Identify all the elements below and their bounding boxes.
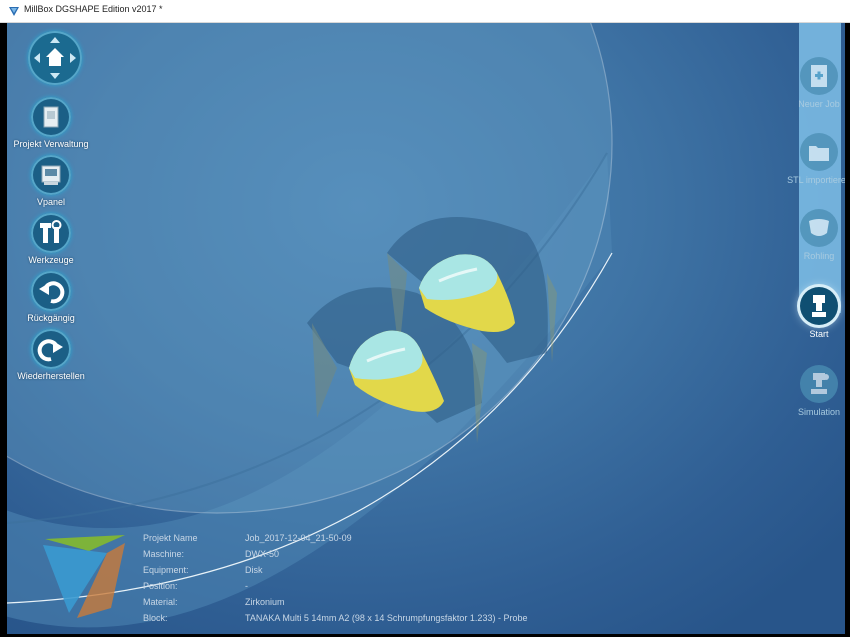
info-row: Block: TANAKA Multi 5 14mm A2 (98 x 14 S… — [143, 610, 527, 626]
home-icon[interactable] — [28, 31, 82, 85]
toolbar-item-undo[interactable]: Rückgängig — [7, 271, 95, 323]
toolbar-item-start[interactable]: Start — [779, 287, 845, 339]
info-row: Maschine: DWX-50 — [143, 546, 527, 562]
toolbar-item-label: Werkzeuge — [28, 255, 74, 265]
stl-import-icon — [800, 133, 838, 171]
toolbar-item-label: Vpanel — [36, 197, 66, 207]
info-value: Zirkonium — [245, 597, 285, 607]
info-key: Position: — [143, 581, 178, 591]
toolbar-item-project-management[interactable]: Projekt Verwaltung — [7, 97, 95, 149]
toolbar-item-label: Neuer Job — [798, 99, 840, 109]
view-navigation-circle[interactable] — [28, 31, 82, 85]
info-value: Disk — [245, 565, 263, 575]
info-row: Position: - — [143, 578, 527, 594]
toolbar-item-label: Wiederherstellen — [17, 371, 85, 381]
title-bar: MillBox DGSHAPE Edition v2017 * — [0, 0, 850, 23]
toolbar-item-stl-import[interactable]: STL importieren — [779, 133, 845, 185]
view-navigation-control[interactable] — [27, 31, 83, 87]
toolbar-item-vpanel[interactable]: Vpanel — [7, 155, 95, 207]
toolbar-item-label: Rückgängig — [27, 313, 75, 323]
toolbar-item-redo[interactable]: Wiederherstellen — [7, 329, 95, 381]
vpanel-icon — [31, 155, 71, 195]
window-title: MillBox DGSHAPE Edition v2017 * — [24, 4, 163, 14]
toolbar-item-label: Rohling — [803, 251, 835, 261]
toolbar-item-label: STL importieren — [787, 175, 845, 185]
undo-icon — [31, 271, 71, 311]
info-value: TANAKA Multi 5 14mm A2 (98 x 14 Schrumpf… — [245, 613, 528, 623]
info-key: Maschine: — [143, 549, 185, 559]
project-management-icon — [31, 97, 71, 137]
app-logo-icon — [9, 7, 19, 16]
start-mill-icon — [800, 287, 838, 325]
app-window: MillBox DGSHAPE Edition v2017 * Projekt … — [0, 0, 850, 637]
info-key: Block: — [143, 613, 168, 623]
info-row: Equipment: Disk — [143, 562, 527, 578]
info-value: Job_2017-12-04_21-50-09 — [245, 533, 352, 543]
3d-viewport[interactable]: Projekt Verwaltung Vpanel Werkzeuge Rück… — [7, 23, 845, 634]
toolbar-item-label: Start — [809, 329, 829, 339]
simulation-icon — [800, 365, 838, 403]
info-row: Projekt Name Job_2017-12-04_21-50-09 — [143, 530, 527, 546]
info-key: Projekt Name — [143, 533, 198, 543]
toolbar-item-new-job[interactable]: Neuer Job — [779, 57, 845, 109]
redo-icon — [31, 329, 71, 369]
info-key: Material: — [143, 597, 178, 607]
toolbar-item-tools[interactable]: Werkzeuge — [7, 213, 95, 265]
blank-icon — [800, 209, 838, 247]
project-info-panel: Projekt Name Job_2017-12-04_21-50-09 Mas… — [143, 530, 527, 626]
toolbar-item-blank[interactable]: Rohling — [779, 209, 845, 261]
toolbar-item-label: Simulation — [797, 407, 841, 417]
info-value: - — [245, 581, 248, 591]
tools-icon — [31, 213, 71, 253]
toolbar-item-simulation[interactable]: Simulation — [779, 365, 845, 417]
info-key: Equipment: — [143, 565, 189, 575]
info-value: DWX-50 — [245, 549, 280, 559]
new-job-icon — [800, 57, 838, 95]
info-row: Material: Zirkonium — [143, 594, 527, 610]
toolbar-item-label: Projekt Verwaltung — [13, 139, 89, 149]
